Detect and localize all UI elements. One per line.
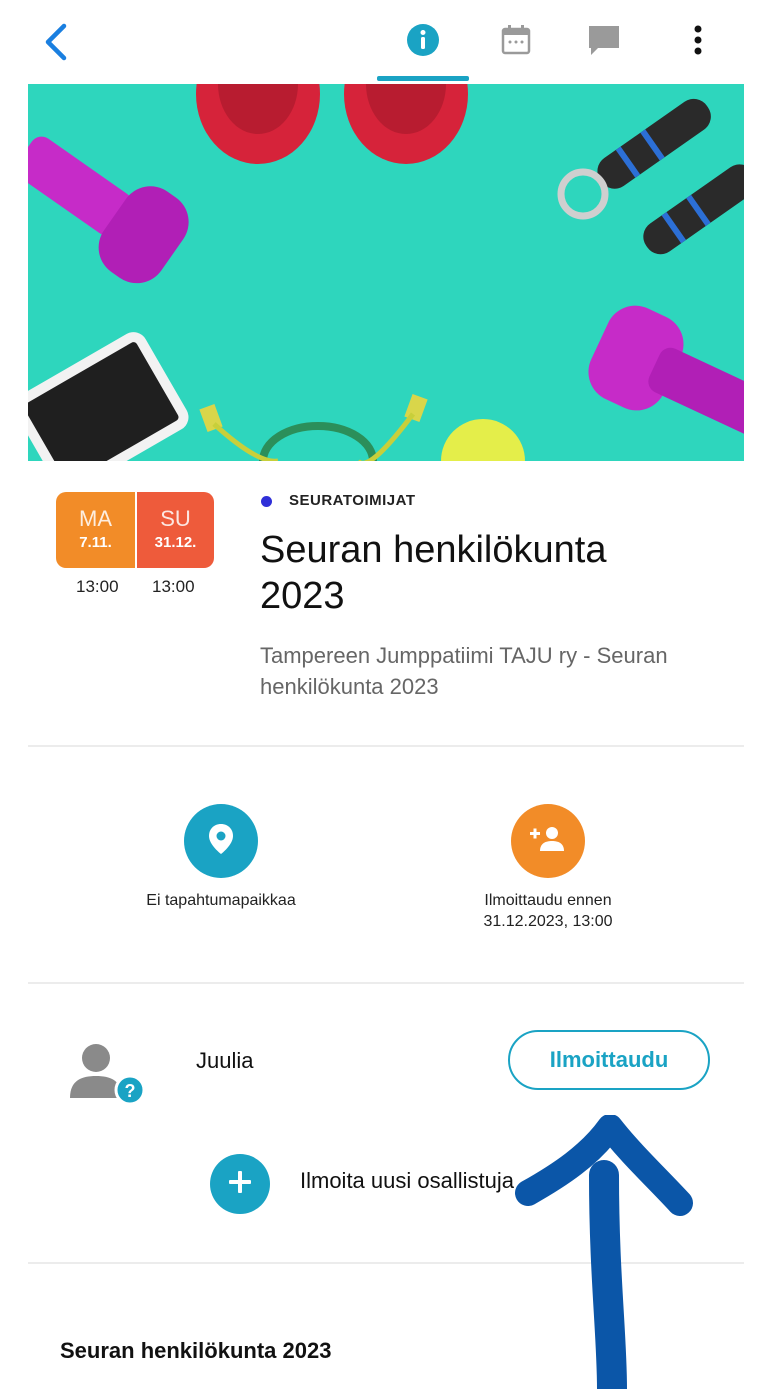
chat-icon: [586, 23, 622, 62]
registration-deadline-line-1: Ilmoittaudu ennen: [484, 892, 612, 909]
event-title: Seuran henkilökunta 2023: [260, 527, 730, 619]
add-person-icon: [528, 824, 568, 859]
start-date-block: MA 7.11.: [56, 492, 135, 568]
category-dot: [261, 496, 272, 507]
plus-icon: [227, 1169, 253, 1200]
event-organizer-line-2: henkilökunta 2023: [260, 674, 439, 699]
event-cover-image: [28, 84, 744, 461]
end-date-block: SU 31.12.: [135, 492, 214, 568]
event-organizer: Tampereen Jumppatiimi TAJU ry - Seuran h…: [260, 640, 750, 702]
start-weekday: MA: [79, 506, 112, 531]
more-vertical-icon: [692, 23, 704, 62]
event-category: SEURATOIMIJAT: [289, 492, 416, 509]
event-organizer-line-1: Tampereen Jumppatiimi TAJU ry - Seuran: [260, 643, 668, 668]
tab-calendar[interactable]: [488, 14, 544, 70]
svg-text:?: ?: [125, 1081, 136, 1101]
calendar-icon: [499, 23, 533, 62]
end-weekday: SU: [160, 506, 191, 531]
participant-name: Juulia: [196, 1048, 254, 1073]
divider: [28, 745, 744, 747]
register-button[interactable]: Ilmoittaudu: [508, 1030, 710, 1090]
registration-deadline-line-2: 31.12.2023, 13:00: [483, 913, 613, 930]
divider: [28, 1262, 744, 1264]
end-time: 13:00: [152, 577, 195, 596]
event-date-range: MA 7.11. SU 31.12.: [56, 492, 214, 568]
divider: [28, 982, 744, 984]
tab-info[interactable]: [395, 14, 451, 70]
active-tab-indicator: [377, 76, 469, 81]
add-participant-button[interactable]: [210, 1154, 270, 1214]
arrow-annotation-icon: [500, 1114, 730, 1394]
location-pin-icon: [207, 822, 235, 861]
section-title: Seuran henkilökunta 2023: [60, 1338, 332, 1363]
top-bar: [0, 0, 768, 84]
event-title-line-1: Seuran henkilökunta: [260, 529, 607, 571]
info-icon: [406, 23, 440, 62]
start-date: 7.11.: [79, 534, 112, 551]
registration-deadline: Ilmoittaudu ennen 31.12.2023, 13:00: [430, 890, 666, 932]
location-button[interactable]: [184, 804, 258, 878]
add-participant-link[interactable]: Ilmoita uusi osallistuja: [300, 1168, 514, 1194]
tab-chat[interactable]: [576, 14, 632, 70]
end-date: 31.12.: [154, 534, 197, 551]
registration-button[interactable]: [511, 804, 585, 878]
more-menu-button[interactable]: [670, 14, 726, 70]
back-icon[interactable]: [36, 18, 76, 66]
event-title-line-2: 2023: [260, 575, 345, 617]
location-label: Ei tapahtumapaikkaa: [146, 892, 296, 909]
start-time: 13:00: [76, 577, 119, 596]
avatar: ?: [66, 1040, 146, 1108]
